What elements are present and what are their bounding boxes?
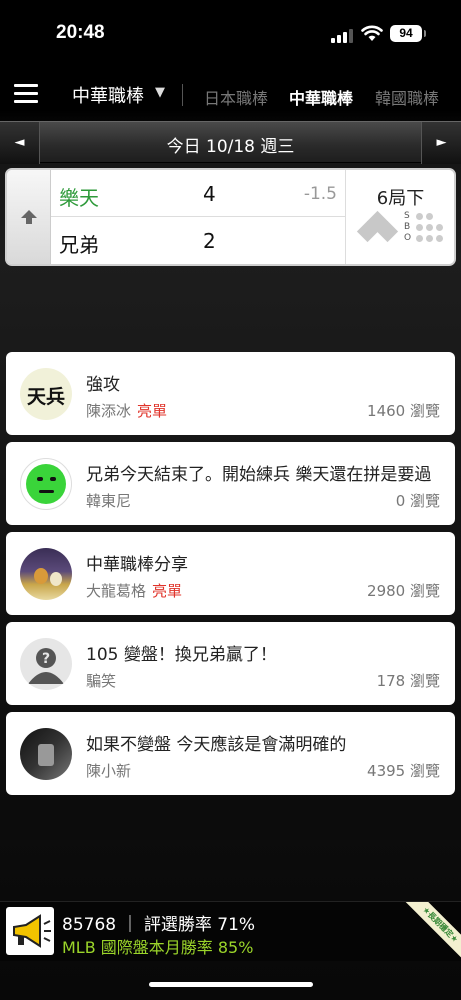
strike-label: S [404,211,410,221]
banner-stats: 85768 ｜ 評選勝率 71% [62,915,256,935]
avatar[interactable]: 天兵 [20,368,72,420]
team-name: 兄弟 [59,233,99,257]
inning-label: 6局下 [376,188,425,209]
svg-text:?: ? [42,651,50,667]
collapse-button[interactable] [7,170,51,264]
top-nav: 中華職棒 ▼ 日本職棒 中華職棒 韓國職棒 [0,72,461,118]
handicap-odds: -1.5 [303,184,337,204]
game-score-card[interactable]: 樂天 4 -1.5 兄弟 2 6局下 S B O [5,168,456,266]
ball-label: B [404,222,411,232]
league-selector[interactable]: 中華職棒 [72,82,144,108]
status-bar: 20:48 94 [0,0,461,70]
post-views: 178 瀏覽 [376,672,440,690]
post-title: 兄弟今天結束了。開始練兵 樂天還在拼是要過 [86,465,432,485]
wifi-icon [361,25,383,41]
team-name: 樂天 [59,186,99,210]
post-author: 大龍葛格 亮單 [86,582,183,600]
post-views: 0 瀏覽 [395,492,440,510]
post-item[interactable]: 兄弟今天結束了。開始練兵 樂天還在拼是要過 韓東尼 0 瀏覽 [6,442,455,525]
ribbon-badge: ★長期穩定★ [403,902,461,960]
highlight-badge: 亮單 [152,582,183,600]
post-title: 強攻 [86,375,120,395]
banner-promo: MLB 國際盤本月勝率 85% [62,938,254,957]
avatar[interactable] [20,458,72,510]
date-label: 今日 10/18 週三 [166,137,295,157]
dropdown-arrow-icon[interactable]: ▼ [155,85,165,100]
bases-diamond-icon [356,210,400,246]
post-title: 中華職棒分享 [86,555,188,575]
out-label: O [404,233,412,243]
game-status: 6局下 S B O [345,170,454,264]
post-author: 騙笑 [86,672,117,690]
team-row-away: 兄弟 2 [51,217,345,264]
post-views: 2980 瀏覽 [367,582,440,600]
post-views: 4395 瀏覽 [367,762,440,780]
up-arrow-icon [21,210,37,224]
avatar[interactable] [20,728,72,780]
avatar-text: 天兵 [26,386,65,408]
nav-divider [182,84,183,106]
team-score: 2 [203,229,216,253]
cellular-signal-icon [331,27,355,43]
banner-logo [6,907,54,955]
ribbon-text: ★長期穩定★ [403,902,461,960]
post-title: 105 變盤！換兄弟贏了！ [86,645,277,665]
sbo-count: S B O [404,211,454,244]
tab-npb[interactable]: 日本職棒 [204,85,268,109]
post-author: 陳添冰 亮單 [86,402,168,420]
post-item[interactable]: ? 105 變盤！換兄弟贏了！ 騙笑 178 瀏覽 [6,622,455,705]
post-title: 如果不變盤 今天應該是會滿明確的 [86,735,347,755]
default-user-icon: ? [28,648,64,684]
tab-kbo[interactable]: 韓國職棒 [375,85,439,109]
post-author: 陳小新 [86,762,132,780]
home-indicator[interactable] [149,982,313,987]
hamburger-menu-icon[interactable] [14,84,38,104]
post-item[interactable]: 天兵 強攻 陳添冰 亮單 1460 瀏覽 [6,352,455,435]
avatar[interactable]: ? [20,638,72,690]
promo-banner[interactable]: 85768 ｜ 評選勝率 71% MLB 國際盤本月勝率 85% ★長期穩定★ [0,901,461,961]
date-bar: ◄ 今日 10/18 週三 ► [0,121,461,164]
highlight-badge: 亮單 [137,402,168,420]
avatar[interactable] [20,548,72,600]
status-time: 20:48 [56,22,105,43]
next-day-button[interactable]: ► [421,122,461,164]
team-row-home: 樂天 4 -1.5 [51,170,345,217]
post-author: 韓東尼 [86,492,132,510]
battery-icon: 94 [390,25,426,42]
post-views: 1460 瀏覽 [367,402,440,420]
megaphone-icon [13,914,51,948]
post-item[interactable]: 如果不變盤 今天應該是會滿明確的 陳小新 4395 瀏覽 [6,712,455,795]
tab-cpbl[interactable]: 中華職棒 [289,85,353,109]
post-item[interactable]: 中華職棒分享 大龍葛格 亮單 2980 瀏覽 [6,532,455,615]
team-score: 4 [203,182,216,206]
